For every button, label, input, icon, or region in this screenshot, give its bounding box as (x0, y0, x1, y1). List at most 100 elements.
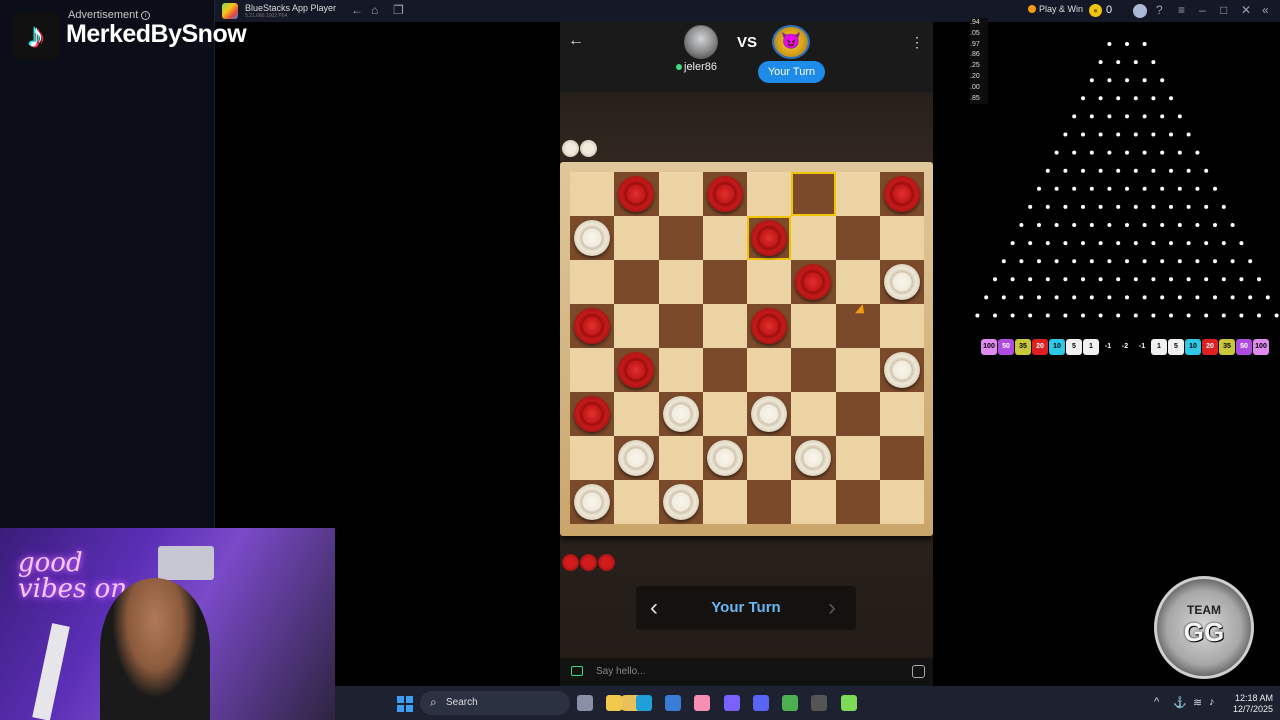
board-square[interactable] (835, 436, 880, 480)
red-checker-piece[interactable] (618, 176, 655, 212)
network-icon[interactable]: ⚓ (1173, 696, 1187, 709)
white-checker-piece[interactable] (883, 352, 920, 388)
board-square[interactable] (570, 436, 615, 480)
play-win-button[interactable]: Play & Win (1028, 4, 1083, 14)
board-square[interactable] (614, 348, 659, 392)
white-checker-piece[interactable] (883, 264, 920, 300)
user-avatar[interactable] (1133, 4, 1147, 18)
board-square[interactable] (614, 216, 659, 260)
red-checker-piece[interactable] (574, 396, 610, 432)
board-square[interactable] (791, 348, 836, 392)
taskbar-search[interactable]: ⌕ Search (420, 691, 648, 715)
board-square[interactable] (570, 216, 615, 260)
white-checker-piece[interactable] (706, 440, 743, 476)
board-square[interactable] (791, 392, 836, 436)
minimize-icon[interactable]: – (1199, 3, 1206, 17)
app-pink-icon[interactable] (694, 695, 711, 711)
board-square[interactable] (658, 392, 703, 436)
task-view-icon[interactable] (577, 695, 593, 711)
board-square[interactable] (658, 304, 703, 348)
red-checker-piece[interactable] (751, 308, 787, 344)
edge-icon[interactable] (635, 695, 652, 711)
back-arrow-icon[interactable]: ← (568, 32, 584, 50)
board-square[interactable] (879, 436, 924, 480)
board-square[interactable] (614, 304, 659, 348)
close-icon[interactable]: ✕ (1241, 3, 1251, 17)
board-square[interactable] (658, 480, 703, 524)
board-square[interactable] (835, 480, 880, 524)
board-square[interactable] (702, 216, 747, 260)
white-checker-piece[interactable] (751, 396, 787, 432)
board-square[interactable] (702, 260, 747, 304)
board-square[interactable] (879, 260, 924, 304)
board-square[interactable] (791, 436, 836, 480)
back-icon[interactable]: ← (351, 3, 363, 17)
board-square[interactable] (614, 260, 659, 304)
info-icon[interactable]: i (141, 10, 151, 20)
board-square[interactable] (614, 172, 659, 216)
chat-bar[interactable]: Say hello... (560, 658, 933, 686)
white-checker-piece[interactable] (574, 484, 610, 520)
board-square[interactable] (747, 172, 792, 216)
board-square[interactable] (702, 392, 747, 436)
board-square[interactable] (658, 260, 703, 304)
board-square[interactable] (570, 172, 615, 216)
board-square[interactable] (747, 392, 792, 436)
board-square[interactable] (570, 304, 615, 348)
board-square[interactable] (702, 348, 747, 392)
white-checker-piece[interactable] (795, 440, 832, 476)
player-avatar[interactable]: 😈 (772, 25, 810, 59)
board-square[interactable] (614, 436, 659, 480)
red-checker-piece[interactable] (706, 176, 743, 212)
board-square[interactable] (835, 392, 880, 436)
board-square[interactable] (702, 172, 747, 216)
board-square[interactable] (570, 480, 615, 524)
board-square[interactable] (835, 260, 880, 304)
board-square[interactable] (879, 348, 924, 392)
white-checker-piece[interactable] (662, 484, 699, 520)
board-square[interactable] (791, 216, 836, 260)
clock[interactable]: 12:18 AM 12/7/2025 (1213, 693, 1273, 715)
board-square[interactable] (747, 348, 792, 392)
sidebar-toggle-icon[interactable]: « (1262, 3, 1269, 17)
board-square[interactable] (658, 172, 703, 216)
help-icon[interactable]: ? (1156, 3, 1163, 17)
red-checker-piece[interactable] (751, 220, 787, 256)
obs-icon[interactable] (811, 695, 828, 711)
board-square[interactable] (747, 480, 792, 524)
board-square[interactable] (791, 304, 836, 348)
board-square[interactable] (614, 392, 659, 436)
white-checker-piece[interactable] (574, 220, 610, 256)
board-square[interactable] (747, 304, 792, 348)
board-square[interactable] (702, 436, 747, 480)
board-square[interactable] (835, 348, 880, 392)
wifi-icon[interactable]: ≋ (1193, 696, 1202, 709)
sticker-icon[interactable] (912, 665, 925, 678)
red-checker-piece[interactable] (795, 264, 832, 300)
red-checker-piece[interactable] (574, 308, 610, 344)
tray-chevron-icon[interactable]: ^ (1154, 696, 1159, 708)
next-move-button[interactable]: › (828, 594, 836, 622)
board-square[interactable] (570, 260, 615, 304)
board-square[interactable] (570, 392, 615, 436)
board-square[interactable] (879, 392, 924, 436)
board-square[interactable] (658, 436, 703, 480)
board-square[interactable] (658, 216, 703, 260)
board-square[interactable] (879, 304, 924, 348)
windows-start-icon[interactable] (397, 696, 413, 712)
board-square[interactable] (614, 480, 659, 524)
board-square[interactable] (747, 260, 792, 304)
multi-instance-icon[interactable]: ❐ (393, 3, 404, 17)
red-checker-piece[interactable] (618, 352, 655, 388)
board-square[interactable] (658, 348, 703, 392)
maximize-icon[interactable]: □ (1220, 3, 1227, 17)
board-square[interactable] (835, 172, 880, 216)
more-options-icon[interactable]: ⋮ (910, 34, 924, 51)
board-square[interactable] (835, 216, 880, 260)
file-explorer-icon[interactable] (606, 695, 623, 711)
white-checker-piece[interactable] (618, 440, 655, 476)
board-square[interactable] (702, 480, 747, 524)
chat-input[interactable]: Say hello... (596, 666, 645, 677)
board-square[interactable] (879, 216, 924, 260)
white-checker-piece[interactable] (662, 396, 699, 432)
